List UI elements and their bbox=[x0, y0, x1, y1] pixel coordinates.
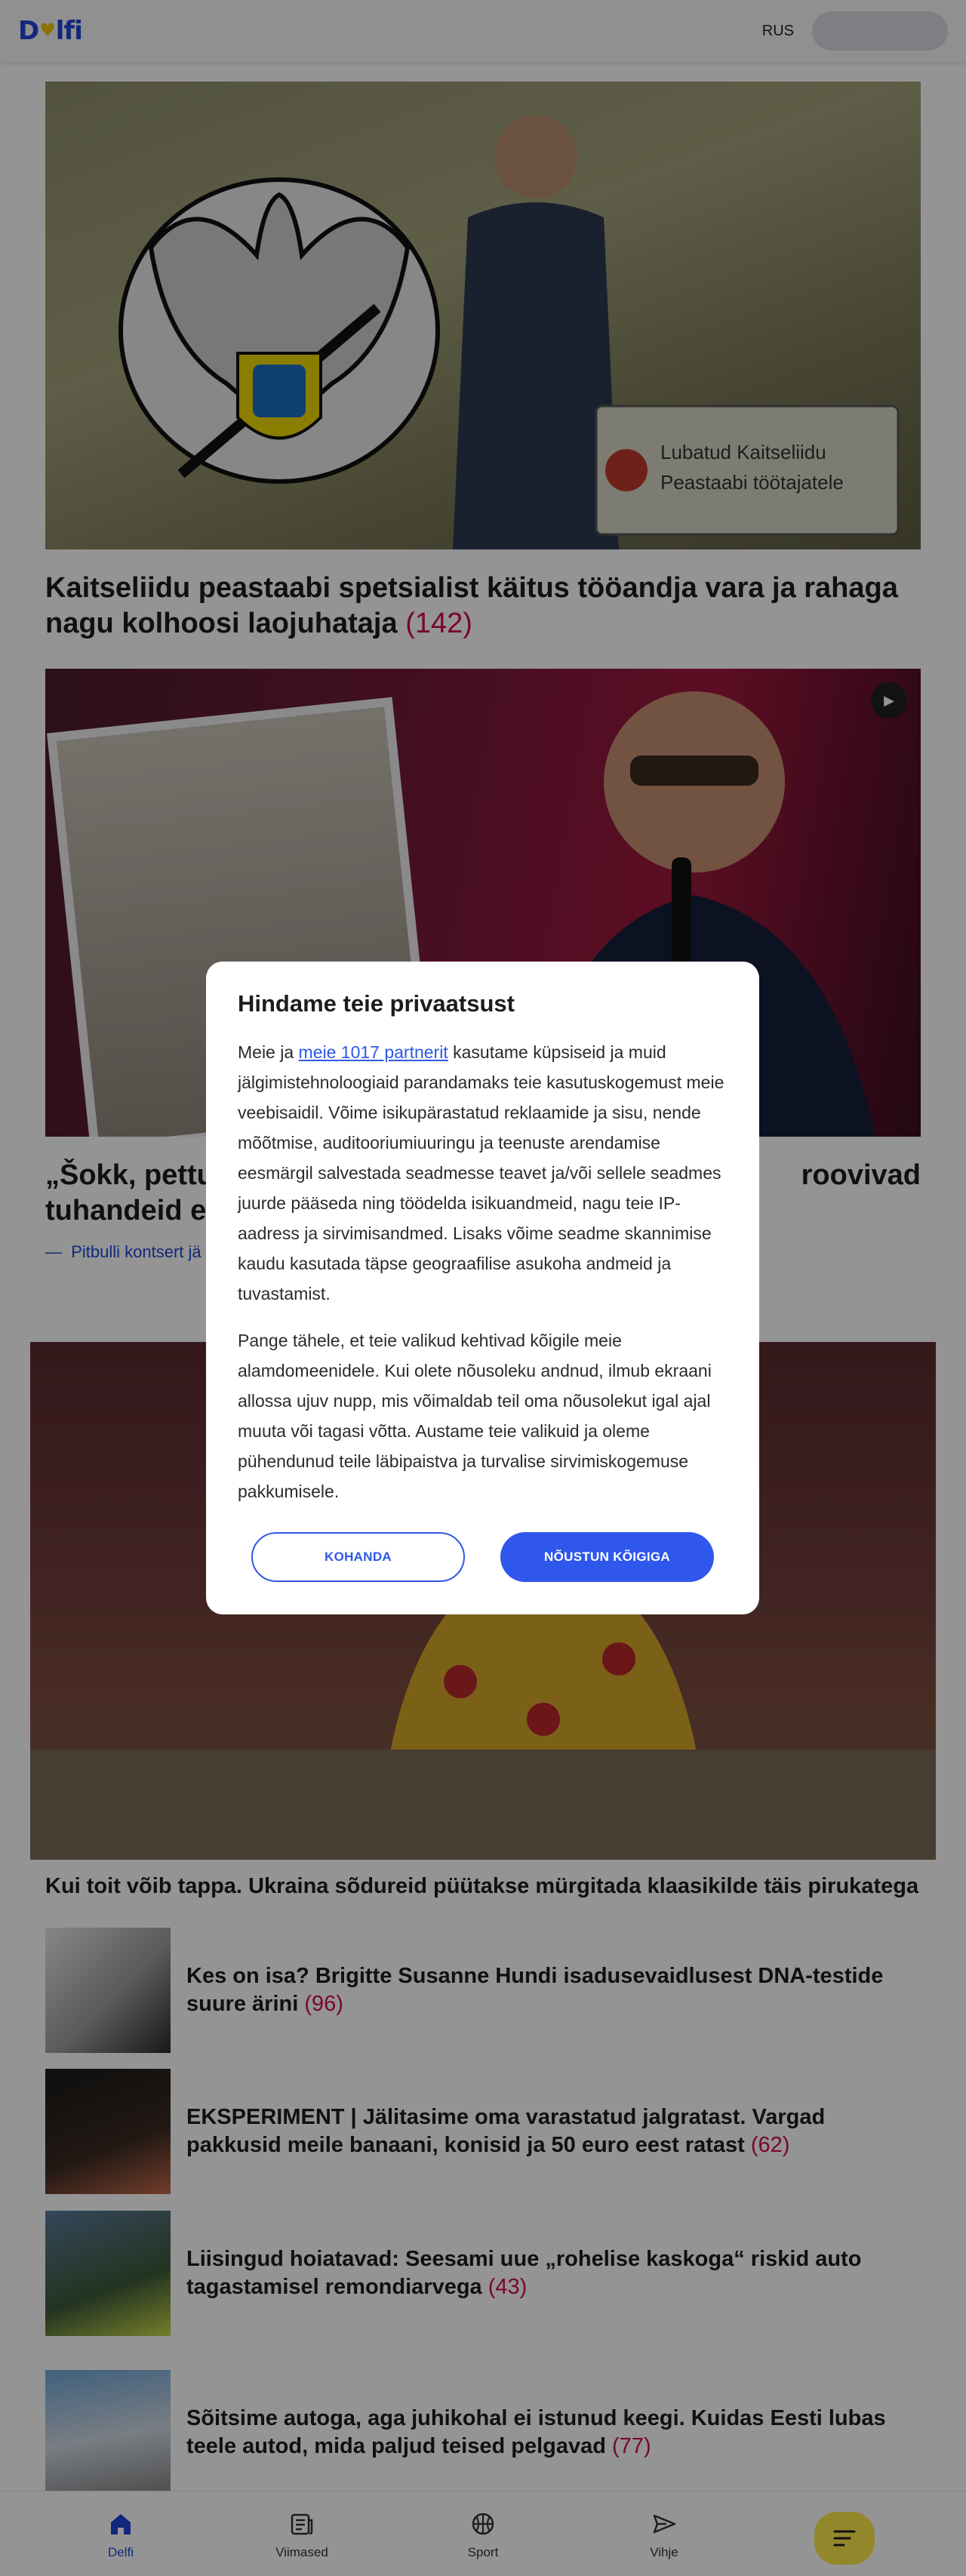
dialog-paragraph-2: Pange tähele, et teie valikud kehtivad k… bbox=[238, 1331, 712, 1501]
customize-button[interactable]: KOHANDA bbox=[251, 1532, 465, 1582]
accept-all-button[interactable]: NÕUSTUN KÕIGIGA bbox=[500, 1532, 714, 1582]
dialog-title: Hindame teie privaatsust bbox=[238, 990, 515, 1017]
partners-link[interactable]: meie 1017 partnerit bbox=[299, 1042, 448, 1062]
dialog-paragraph-1: Meie ja meie 1017 partnerit kasutame küp… bbox=[238, 1037, 728, 1309]
privacy-consent-dialog: Hindame teie privaatsust Meie ja meie 10… bbox=[206, 962, 759, 1614]
p1-end: kasutame küpsiseid ja muid jälgimistehno… bbox=[238, 1042, 724, 1303]
p1-start: Meie ja bbox=[238, 1042, 299, 1062]
